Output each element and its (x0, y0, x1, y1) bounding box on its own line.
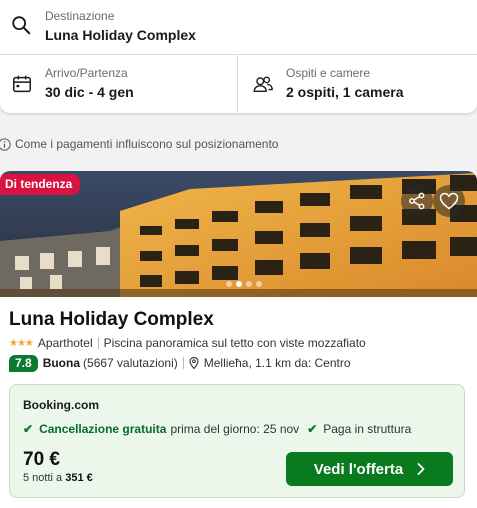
share-button[interactable] (401, 185, 433, 217)
check-icon: ✔ (23, 422, 34, 436)
heart-icon (439, 192, 459, 210)
carousel-dots (226, 281, 262, 287)
search-summary-card: Destinazione Luna Holiday Complex Arrivo… (0, 0, 477, 113)
dates-field[interactable]: Arrivo/Partenza 30 dic - 4 gen (0, 55, 238, 113)
calendar-icon (13, 75, 31, 93)
dates-value: 30 dic - 4 gen (45, 84, 134, 100)
rating-word: Buona (42, 356, 81, 370)
payment-ranking-info[interactable]: Come i pagamenti influiscono sul posizio… (0, 136, 278, 152)
chevron-right-icon (417, 463, 425, 475)
guests-value: 2 ospiti, 1 camera (286, 84, 404, 100)
people-icon (253, 76, 273, 93)
offer-provider: Booking.com (23, 398, 100, 412)
divider (97, 337, 99, 349)
hotel-highlight: Piscina panoramica sul tetto con viste m… (103, 336, 366, 350)
location-pin-icon (189, 357, 199, 369)
hotel-meta: ★★★ Aparthotel Piscina panoramica sul te… (9, 336, 366, 350)
destination-label: Destinazione (45, 9, 115, 23)
review-score-badge: 7.8 (9, 354, 38, 372)
destination-value: Luna Holiday Complex (45, 27, 196, 43)
check-icon: ✔ (307, 422, 318, 436)
guests-label: Ospiti e camere (286, 66, 371, 80)
nightly-price: 70 € (23, 449, 60, 470)
total-price: 5 notti a 351 € (23, 472, 93, 484)
nights-label: 5 notti a (23, 472, 63, 484)
favorite-button[interactable] (433, 185, 465, 217)
rating-row: 7.8 Buona (5667 valutazioni) Mellieħa, 1… (9, 354, 351, 372)
free-cancellation-label: Cancellazione gratuita (39, 422, 167, 436)
divider (182, 357, 184, 369)
hotel-location: Mellieħa, 1.1 km da: Centro (203, 356, 351, 370)
pay-at-property: Paga in struttura (323, 422, 412, 436)
view-deal-label: Vedi l'offerta (313, 460, 404, 478)
share-icon (409, 192, 425, 210)
property-type: Aparthotel (37, 336, 93, 350)
hotel-name[interactable]: Luna Holiday Complex (9, 309, 214, 331)
offer-perks: ✔ Cancellazione gratuita prima del giorn… (23, 422, 411, 436)
free-cancellation-date: prima del giorno: 25 nov (170, 422, 300, 436)
carousel-dot-active[interactable] (236, 281, 242, 287)
guests-field[interactable]: Ospiti e camere 2 ospiti, 1 camera (238, 55, 477, 113)
offer-box[interactable]: Booking.com ✔ Cancellazione gratuita pri… (9, 384, 465, 498)
trending-badge: Di tendenza (0, 174, 81, 195)
dates-label: Arrivo/Partenza (45, 66, 128, 80)
carousel-dot[interactable] (226, 281, 232, 287)
total-amount: 351 € (65, 472, 93, 484)
info-icon (0, 137, 11, 151)
carousel-dot[interactable] (256, 281, 262, 287)
payment-info-text: Come i pagamenti influiscono sul posizio… (15, 137, 279, 151)
search-icon (12, 16, 31, 35)
view-deal-button[interactable]: Vedi l'offerta (286, 452, 453, 486)
hotel-result-card[interactable]: Di tendenza Luna Holiday Complex ★★★ Apa… (0, 171, 477, 508)
hotel-photo-carousel[interactable]: Di tendenza (0, 171, 477, 297)
carousel-dot[interactable] (246, 281, 252, 287)
star-rating: ★★★ (9, 337, 34, 349)
destination-field[interactable]: Destinazione Luna Holiday Complex (0, 0, 477, 55)
review-count: (5667 valutazioni) (83, 356, 178, 370)
